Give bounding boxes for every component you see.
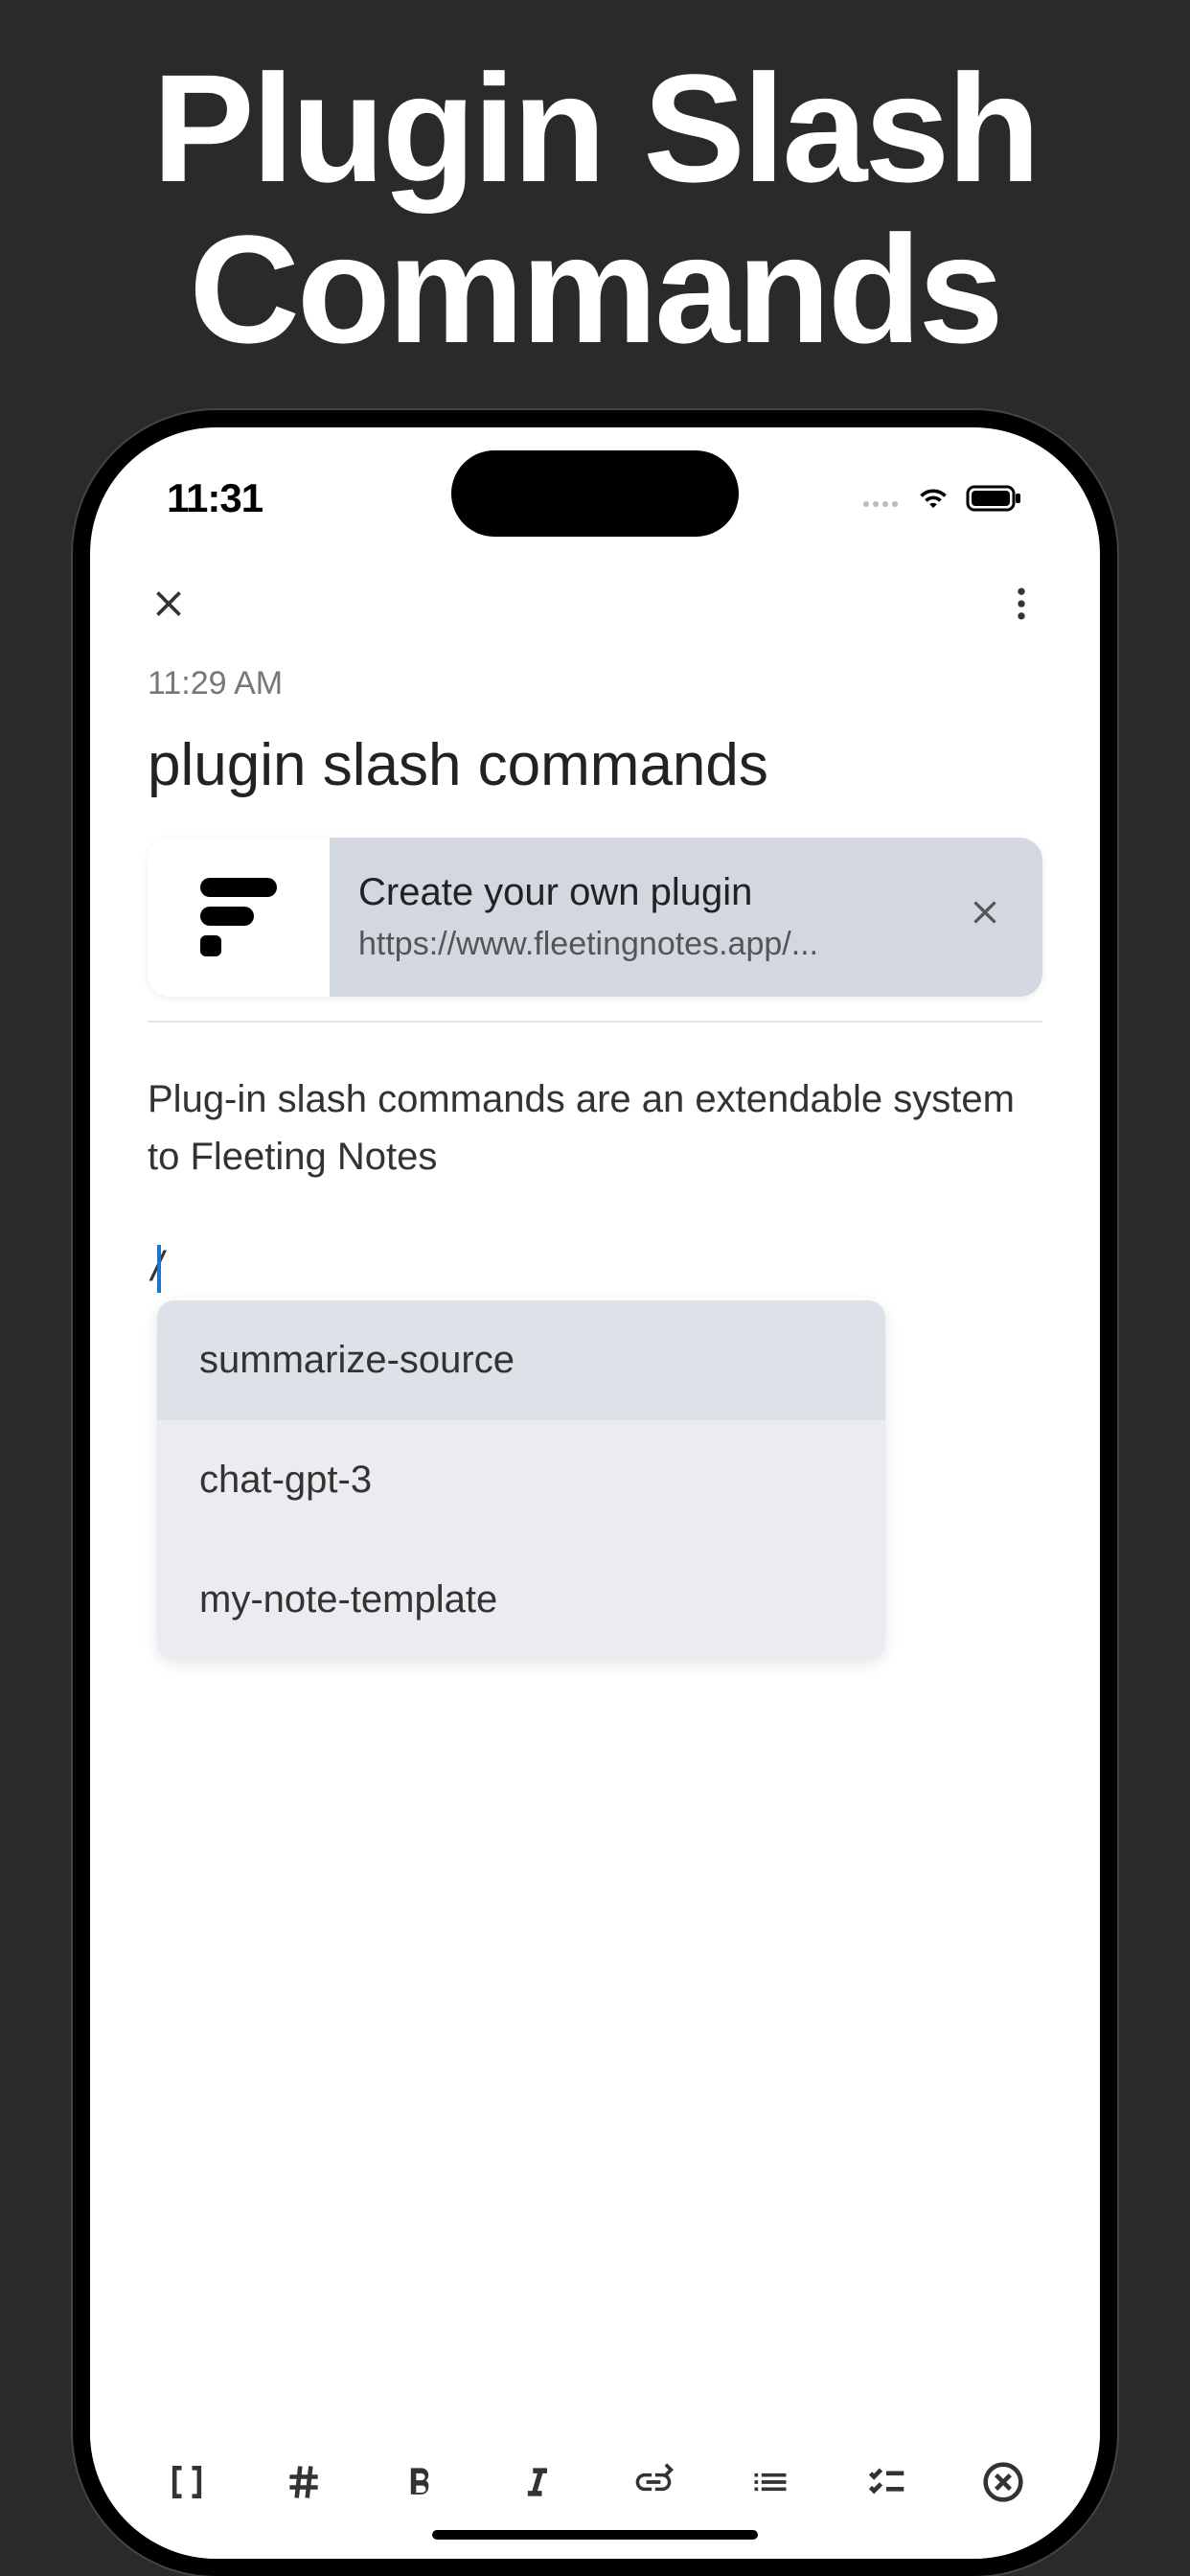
divider <box>148 1021 1042 1023</box>
note-content: 11:29 AM plugin slash commands Create yo… <box>90 665 1100 1660</box>
cellular-icon <box>862 489 901 508</box>
close-icon <box>148 583 190 625</box>
marketing-title-line1: Plugin Slash <box>0 48 1190 209</box>
bold-icon <box>399 2461 441 2503</box>
hash-button[interactable] <box>275 2453 332 2511</box>
close-icon <box>966 893 1004 932</box>
app-bar <box>90 533 1100 665</box>
italic-icon <box>515 2461 558 2503</box>
command-menu: summarize-source chat-gpt-3 my-note-temp… <box>157 1300 885 1660</box>
slash-input[interactable]: / <box>148 1243 1042 1293</box>
note-timestamp: 11:29 AM <box>148 665 1042 702</box>
phone-screen: 11:31 11:29 AM plugin slash commands <box>90 427 1100 2559</box>
bold-button[interactable] <box>391 2453 448 2511</box>
note-title[interactable]: plugin slash commands <box>148 731 1042 799</box>
checklist-button[interactable] <box>858 2453 915 2511</box>
hash-icon <box>283 2461 325 2503</box>
plugin-card[interactable]: Create your own plugin https://www.fleet… <box>148 838 1042 997</box>
list-icon <box>749 2461 791 2503</box>
more-vert-icon <box>1000 583 1042 625</box>
list-button[interactable] <box>742 2453 799 2511</box>
checklist-icon <box>865 2461 907 2503</box>
link-button[interactable] <box>625 2453 682 2511</box>
battery-icon <box>966 485 1023 512</box>
plugin-card-body: Create your own plugin https://www.fleet… <box>330 838 1042 997</box>
wifi-icon <box>914 484 952 513</box>
italic-button[interactable] <box>508 2453 565 2511</box>
marketing-title-line2: Commands <box>0 209 1190 370</box>
close-circle-icon <box>982 2461 1024 2503</box>
link-icon <box>632 2461 675 2503</box>
close-circle-button[interactable] <box>974 2453 1032 2511</box>
note-body-text[interactable]: Plug-in slash commands are an extendable… <box>148 1070 1042 1185</box>
command-item-chatgpt[interactable]: chat-gpt-3 <box>157 1420 885 1540</box>
plugin-card-close-button[interactable] <box>956 884 1014 952</box>
dynamic-island <box>451 450 739 537</box>
plugin-card-logo <box>148 838 330 997</box>
text-cursor <box>157 1245 161 1293</box>
command-item-template[interactable]: my-note-template <box>157 1540 885 1660</box>
close-button[interactable] <box>148 581 190 636</box>
status-icons <box>862 484 1023 513</box>
more-button[interactable] <box>1000 581 1042 636</box>
phone-frame: 11:31 11:29 AM plugin slash commands <box>73 410 1117 2576</box>
brackets-icon <box>166 2461 208 2503</box>
plugin-card-title: Create your own plugin <box>358 871 937 914</box>
plugin-card-url: https://www.fleetingnotes.app/... <box>358 926 937 963</box>
brackets-button[interactable] <box>158 2453 216 2511</box>
command-item-summarize[interactable]: summarize-source <box>157 1300 885 1420</box>
marketing-title: Plugin Slash Commands <box>0 0 1190 370</box>
home-indicator[interactable] <box>432 2530 758 2540</box>
status-time: 11:31 <box>167 475 263 521</box>
